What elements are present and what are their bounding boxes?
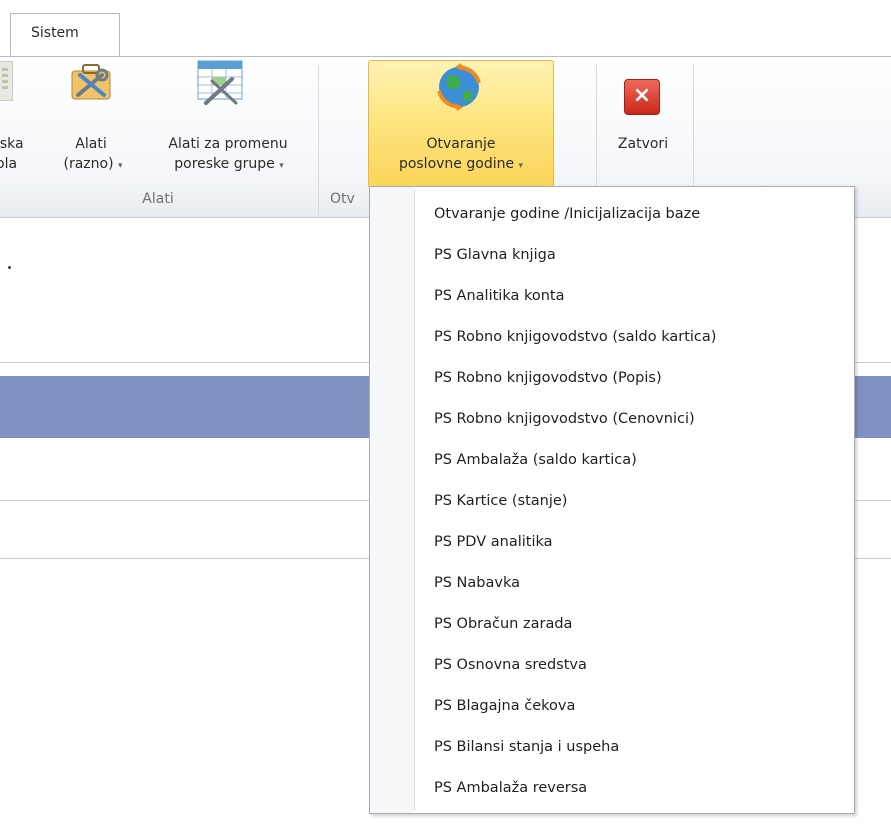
tools-button-line2: (razno) [63, 156, 114, 172]
ribbon-tab-strip: Sistem [0, 0, 891, 57]
tab-sistem[interactable]: Sistem [10, 13, 120, 56]
tools-button-line2-wrap[interactable]: (razno) ▾ [54, 156, 132, 172]
menu-item-analitika-konta[interactable]: PS Analitika konta [372, 279, 852, 313]
chevron-down-icon: ▾ [518, 161, 524, 171]
menu-item-robno-popis[interactable]: PS Robno knjigovodstvo (Popis) [372, 361, 852, 395]
menu-item-bilansi[interactable]: PS Bilansi stanja i uspeha [372, 730, 852, 764]
menu-item-pdv-analitika[interactable]: PS PDV analitika [372, 525, 852, 559]
tab-sistem-label: Sistem [31, 25, 79, 41]
tax-group-button-line2: poreske grupe [174, 156, 275, 172]
menu-item-osnovna-sredstva[interactable]: PS Osnovna sredstva [372, 648, 852, 682]
menu-item-ambalaza-saldo[interactable]: PS Ambalaža (saldo kartica) [372, 443, 852, 477]
tools-icon[interactable] [66, 61, 116, 105]
open-year-button-line2-wrap: poslovne godine ▾ [369, 156, 553, 172]
menu-item-ambalaza-reversa[interactable]: PS Ambalaža reversa [372, 771, 852, 805]
menu-item-obracun-zarada[interactable]: PS Obračun zarada [372, 607, 852, 641]
grid-tools-icon[interactable] [192, 57, 248, 107]
menu-item-init-base[interactable]: Otvaranje godine /Inicijalizacija baze [372, 197, 852, 231]
close-button-label[interactable]: Zatvori [605, 136, 681, 152]
open-year-dropdown-menu: Otvaranje godine /Inicijalizacija baze P… [369, 186, 855, 814]
chevron-down-icon: ▾ [279, 161, 284, 171]
open-year-button-line1: Otvaranje [426, 136, 496, 152]
group-caption-alati: Alati [142, 191, 174, 207]
tax-group-button-line2-wrap[interactable]: poreske grupe ▾ [150, 156, 308, 172]
close-glyph: × [632, 83, 652, 108]
group-separator [318, 65, 319, 215]
menu-item-robno-cenovnici[interactable]: PS Robno knjigovodstvo (Cenovnici) [372, 402, 852, 436]
menu-item-blagajna-cekova[interactable]: PS Blagajna čekova [372, 689, 852, 723]
tools-button-line1[interactable]: Alati [65, 136, 117, 152]
open-business-year-button[interactable]: Otvaranje poslovne godine ▾ [368, 60, 554, 188]
menu-item-robno-saldo[interactable]: PS Robno knjigovodstvo (saldo kartica) [372, 320, 852, 354]
partial-button-line1: iska [0, 136, 24, 152]
globe-refresh-icon [433, 61, 485, 117]
group-caption-otv: Otv [330, 191, 355, 207]
close-icon[interactable]: × [624, 79, 660, 115]
tax-group-button-line1[interactable]: Alati za promenu [146, 136, 310, 152]
menu-item-nabavka[interactable]: PS Nabavka [372, 566, 852, 600]
app-window: Sistem iska ola Alati (razno) ▾ [0, 0, 891, 825]
report-icon[interactable] [0, 61, 13, 101]
bullet-dot [8, 266, 11, 269]
chevron-down-icon: ▾ [117, 161, 123, 171]
menu-item-kartice-stanje[interactable]: PS Kartice (stanje) [372, 484, 852, 518]
open-year-button-line2: poslovne godine [398, 156, 515, 172]
partial-button-line2: ola [0, 156, 18, 172]
menu-item-glavna-knjiga[interactable]: PS Glavna knjiga [372, 238, 852, 272]
